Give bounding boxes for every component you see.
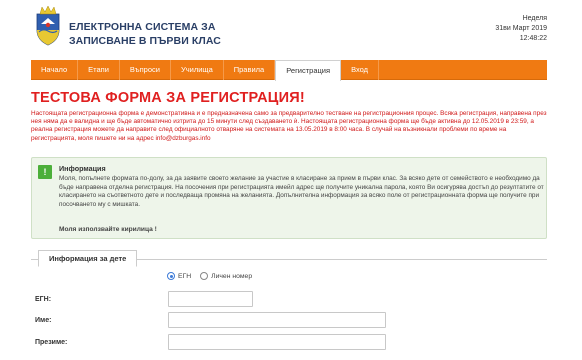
- weekday: Неделя: [522, 15, 547, 22]
- id-type-selector: ЕГН Личен номер: [167, 272, 261, 280]
- site-title-line1: ЕЛЕКТРОННА СИСТЕМА ЗА: [69, 21, 216, 33]
- site-title-line2: ЗАПИСВАНЕ В ПЪРВИ КЛАС: [69, 35, 221, 47]
- time: 12:48:22: [519, 35, 547, 42]
- main-navigation: Начало Етапи Въпроси Училища Правила Рег…: [31, 60, 547, 81]
- name-label: Име:: [35, 317, 52, 324]
- page-title: ТЕСТОВА ФОРМА ЗА РЕГИСТРАЦИЯ!: [31, 90, 305, 106]
- radio-personal-number-label: Личен номер: [211, 272, 253, 280]
- radio-personal-number[interactable]: [200, 272, 209, 280]
- surname-field[interactable]: [168, 334, 386, 350]
- nav-item-rules[interactable]: Правила: [224, 60, 276, 80]
- info-title: Информация: [59, 164, 106, 173]
- nav-item-home[interactable]: Начало: [31, 60, 79, 80]
- exclamation-icon: !: [38, 165, 52, 179]
- name-field[interactable]: [168, 312, 386, 328]
- site-header: ЕЛЕКТРОННА СИСТЕМА ЗА ЗАПИСВАНЕ В ПЪРВИ …: [0, 0, 582, 60]
- nav-item-registration[interactable]: Регистрация: [275, 60, 342, 81]
- site-title: ЕЛЕКТРОННА СИСТЕМА ЗА ЗАПИСВАНЕ В ПЪРВИ …: [69, 20, 221, 48]
- nav-item-schools[interactable]: Училища: [171, 60, 224, 80]
- egn-label: ЕГН:: [35, 296, 52, 303]
- tab-child-info[interactable]: Информация за дете: [38, 250, 138, 267]
- date: 31ви Март 2019: [495, 25, 547, 32]
- egn-field[interactable]: [168, 291, 253, 307]
- cyrillic-note: Моля използвайте кирилица !: [59, 226, 157, 233]
- nav-item-questions[interactable]: Въпроси: [120, 60, 171, 80]
- radio-egn-label: ЕГН: [178, 272, 192, 280]
- radio-egn[interactable]: [167, 272, 175, 280]
- info-text: Моля, попълнете формата по-долу, за да з…: [59, 175, 544, 208]
- test-form-warning: Настоящата регистрационна форма е демонс…: [31, 110, 547, 142]
- burgas-crest-logo[interactable]: [33, 4, 63, 46]
- surname-label: Презиме:: [35, 339, 68, 346]
- nav-item-stages[interactable]: Етапи: [78, 60, 120, 80]
- nav-item-login[interactable]: Вход: [341, 60, 380, 80]
- info-panel: ! Информация Моля, попълнете формата по-…: [31, 157, 547, 239]
- date-time-display: Неделя 31ви Март 2019 12:48:22: [495, 14, 547, 44]
